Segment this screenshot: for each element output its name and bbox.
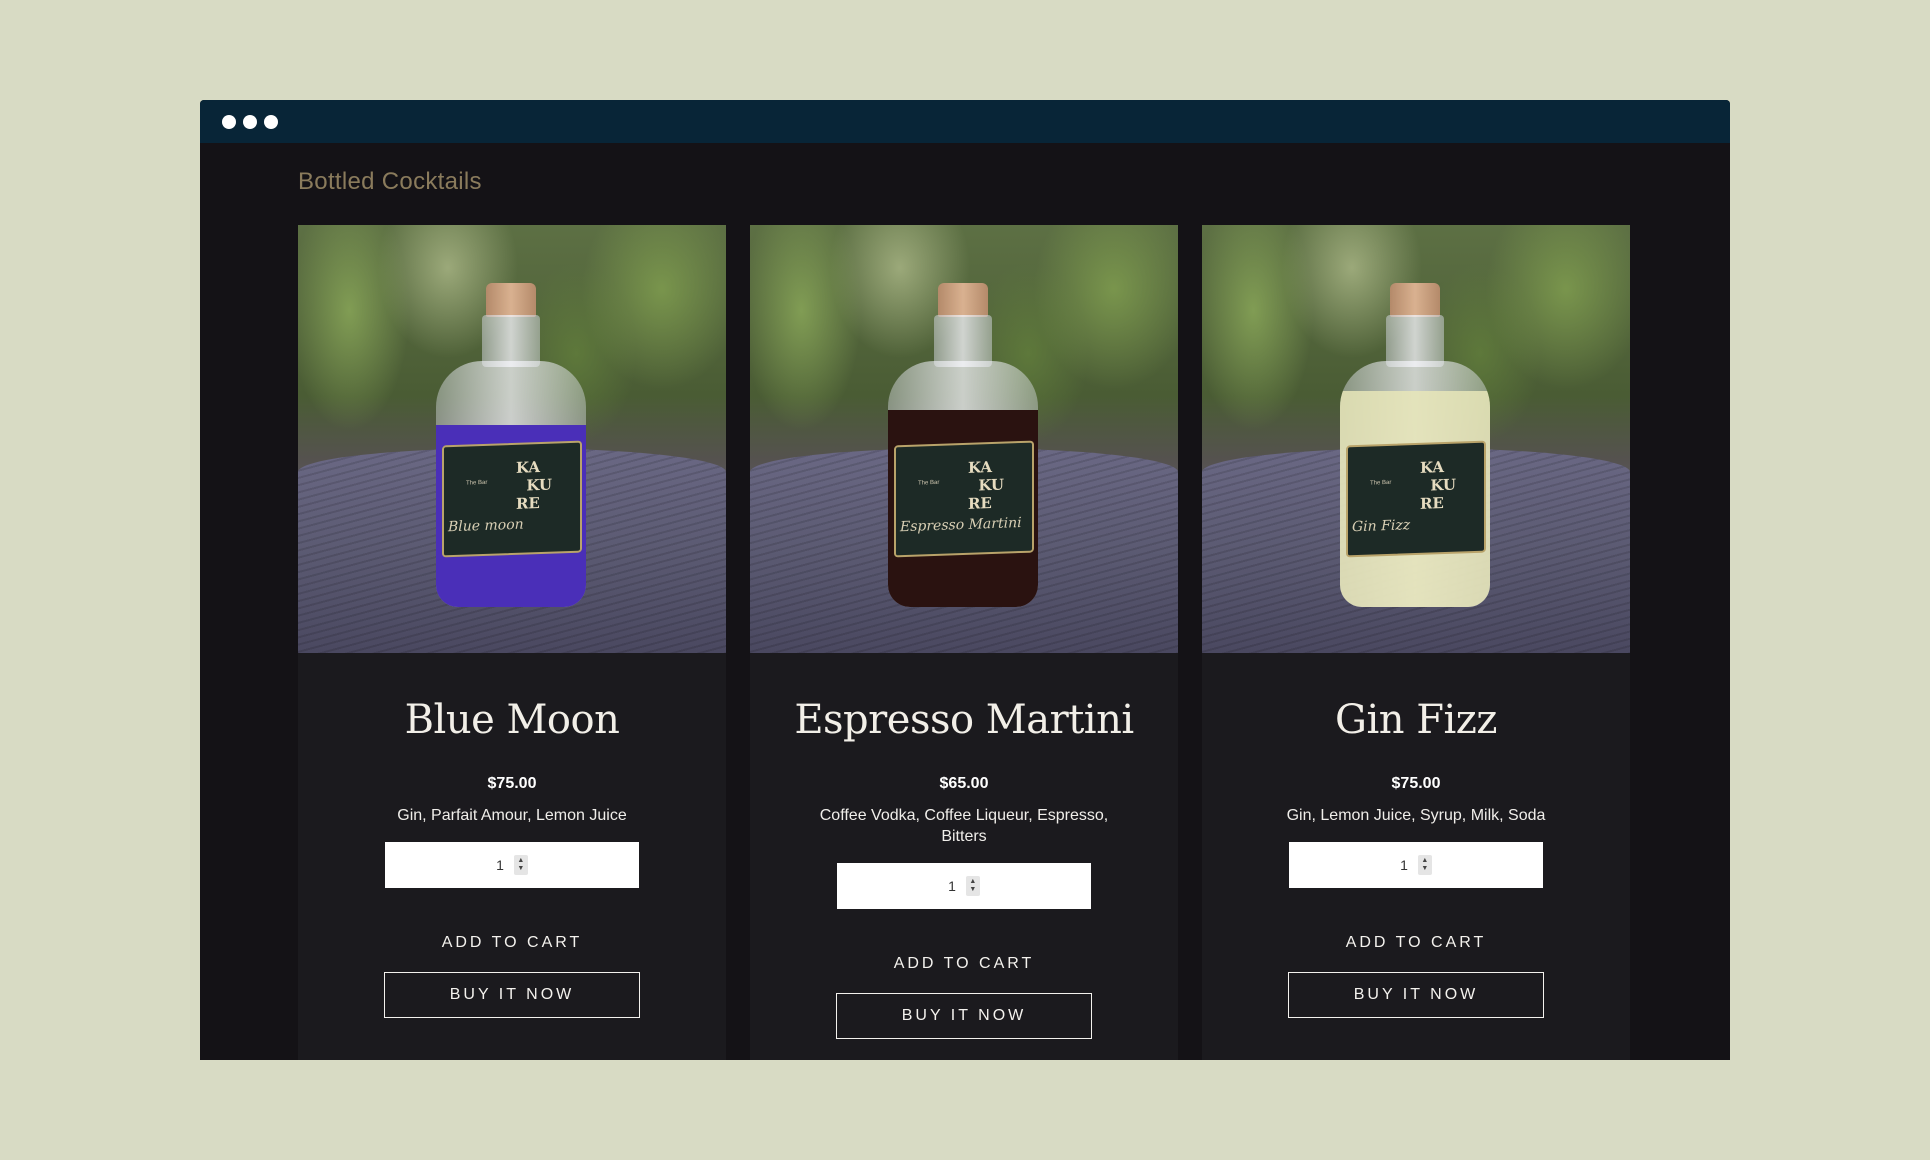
label-script: Blue moon <box>448 516 524 536</box>
bottle-image: The Bar KA KU RE Blue moon <box>436 283 586 613</box>
label-tiny-text: The Bar <box>918 479 940 487</box>
product-ingredients: Gin, Lemon Juice, Syrup, Milk, Soda <box>1286 807 1546 824</box>
bottle-neck <box>482 315 540 367</box>
bottle-label: The Bar KA KU RE Blue moon <box>442 440 582 558</box>
quantity-stepper[interactable]: 1 ▲ ▼ <box>1289 842 1543 888</box>
buy-now-button[interactable]: BUY IT NOW <box>384 972 640 1018</box>
stepper-arrows-icon[interactable]: ▲ ▼ <box>513 855 528 875</box>
product-photo[interactable]: The Bar KA KU RE Blue moon <box>298 225 726 653</box>
cork <box>938 283 988 317</box>
bottle-image: The Bar KA KU RE Gin Fizz <box>1340 283 1490 613</box>
window-dot-icon[interactable] <box>243 114 257 129</box>
label-brand: KA KU RE <box>515 458 552 513</box>
bottle-image: The Bar KA KU RE Espresso Martini <box>888 283 1038 613</box>
label-tiny-text: The Bar <box>1370 479 1392 487</box>
label-brand: KA KU RE <box>967 458 1004 513</box>
product-name[interactable]: Blue Moon <box>405 697 620 753</box>
product-name[interactable]: Espresso Martini <box>794 697 1134 753</box>
label-script: Espresso Martini <box>900 514 1022 536</box>
product-card: The Bar KA KU RE Blue moon Blue Moon $75… <box>298 225 726 1060</box>
quantity-value[interactable]: 1 <box>496 857 504 873</box>
bottle-neck <box>1386 315 1444 367</box>
cork <box>486 283 536 317</box>
product-card: The Bar KA KU RE Gin Fizz Gin Fizz $75.0… <box>1202 225 1630 1060</box>
product-price: $75.00 <box>1391 775 1441 792</box>
quantity-stepper[interactable]: 1 ▲ ▼ <box>385 842 639 888</box>
bottle-body: The Bar KA KU RE Gin Fizz <box>1340 361 1490 607</box>
product-photo[interactable]: The Bar KA KU RE Espresso Martini <box>750 225 1178 653</box>
product-ingredients: Gin, Parfait Amour, Lemon Juice <box>397 807 627 824</box>
quantity-value[interactable]: 1 <box>1400 857 1408 873</box>
product-info: Espresso Martini $65.00 Coffee Vodka, Co… <box>750 653 1178 1039</box>
window-titlebar <box>200 100 1730 143</box>
add-to-cart-button[interactable]: ADD TO CART <box>894 955 1035 973</box>
quantity-value[interactable]: 1 <box>948 878 956 894</box>
product-info: Blue Moon $75.00 Gin, Parfait Amour, Lem… <box>298 653 726 1018</box>
browser-window: Bottled Cocktails The Bar KA KU RE Blue … <box>200 100 1730 1060</box>
product-price: $65.00 <box>939 775 989 792</box>
product-photo[interactable]: The Bar KA KU RE Gin Fizz <box>1202 225 1630 653</box>
stepper-arrows-icon[interactable]: ▲ ▼ <box>965 876 980 896</box>
product-grid: The Bar KA KU RE Blue moon Blue Moon $75… <box>298 225 1630 1060</box>
bottle-label: The Bar KA KU RE Gin Fizz <box>1346 440 1486 558</box>
product-card: The Bar KA KU RE Espresso Martini Espres… <box>750 225 1178 1060</box>
label-brand: KA KU RE <box>1419 458 1456 513</box>
product-ingredients: Coffee Vodka, Coffee Liqueur, Espresso, … <box>819 807 1109 845</box>
label-script: Gin Fizz <box>1352 517 1411 536</box>
buy-now-button[interactable]: BUY IT NOW <box>1288 972 1544 1018</box>
stepper-arrows-icon[interactable]: ▲ ▼ <box>1417 855 1432 875</box>
quantity-stepper[interactable]: 1 ▲ ▼ <box>837 863 1091 909</box>
label-tiny-text: The Bar <box>466 479 488 487</box>
section-title: Bottled Cocktails <box>298 168 482 195</box>
add-to-cart-button[interactable]: ADD TO CART <box>442 934 583 952</box>
cork <box>1390 283 1440 317</box>
buy-now-button[interactable]: BUY IT NOW <box>836 993 1092 1039</box>
product-price: $75.00 <box>487 775 537 792</box>
bottle-label: The Bar KA KU RE Espresso Martini <box>894 440 1034 558</box>
add-to-cart-button[interactable]: ADD TO CART <box>1346 934 1487 952</box>
bottle-body: The Bar KA KU RE Blue moon <box>436 361 586 607</box>
window-dot-icon[interactable] <box>264 114 278 129</box>
product-name[interactable]: Gin Fizz <box>1335 697 1497 753</box>
window-dot-icon[interactable] <box>222 114 236 129</box>
product-info: Gin Fizz $75.00 Gin, Lemon Juice, Syrup,… <box>1202 653 1630 1018</box>
bottle-body: The Bar KA KU RE Espresso Martini <box>888 361 1038 607</box>
bottle-neck <box>934 315 992 367</box>
